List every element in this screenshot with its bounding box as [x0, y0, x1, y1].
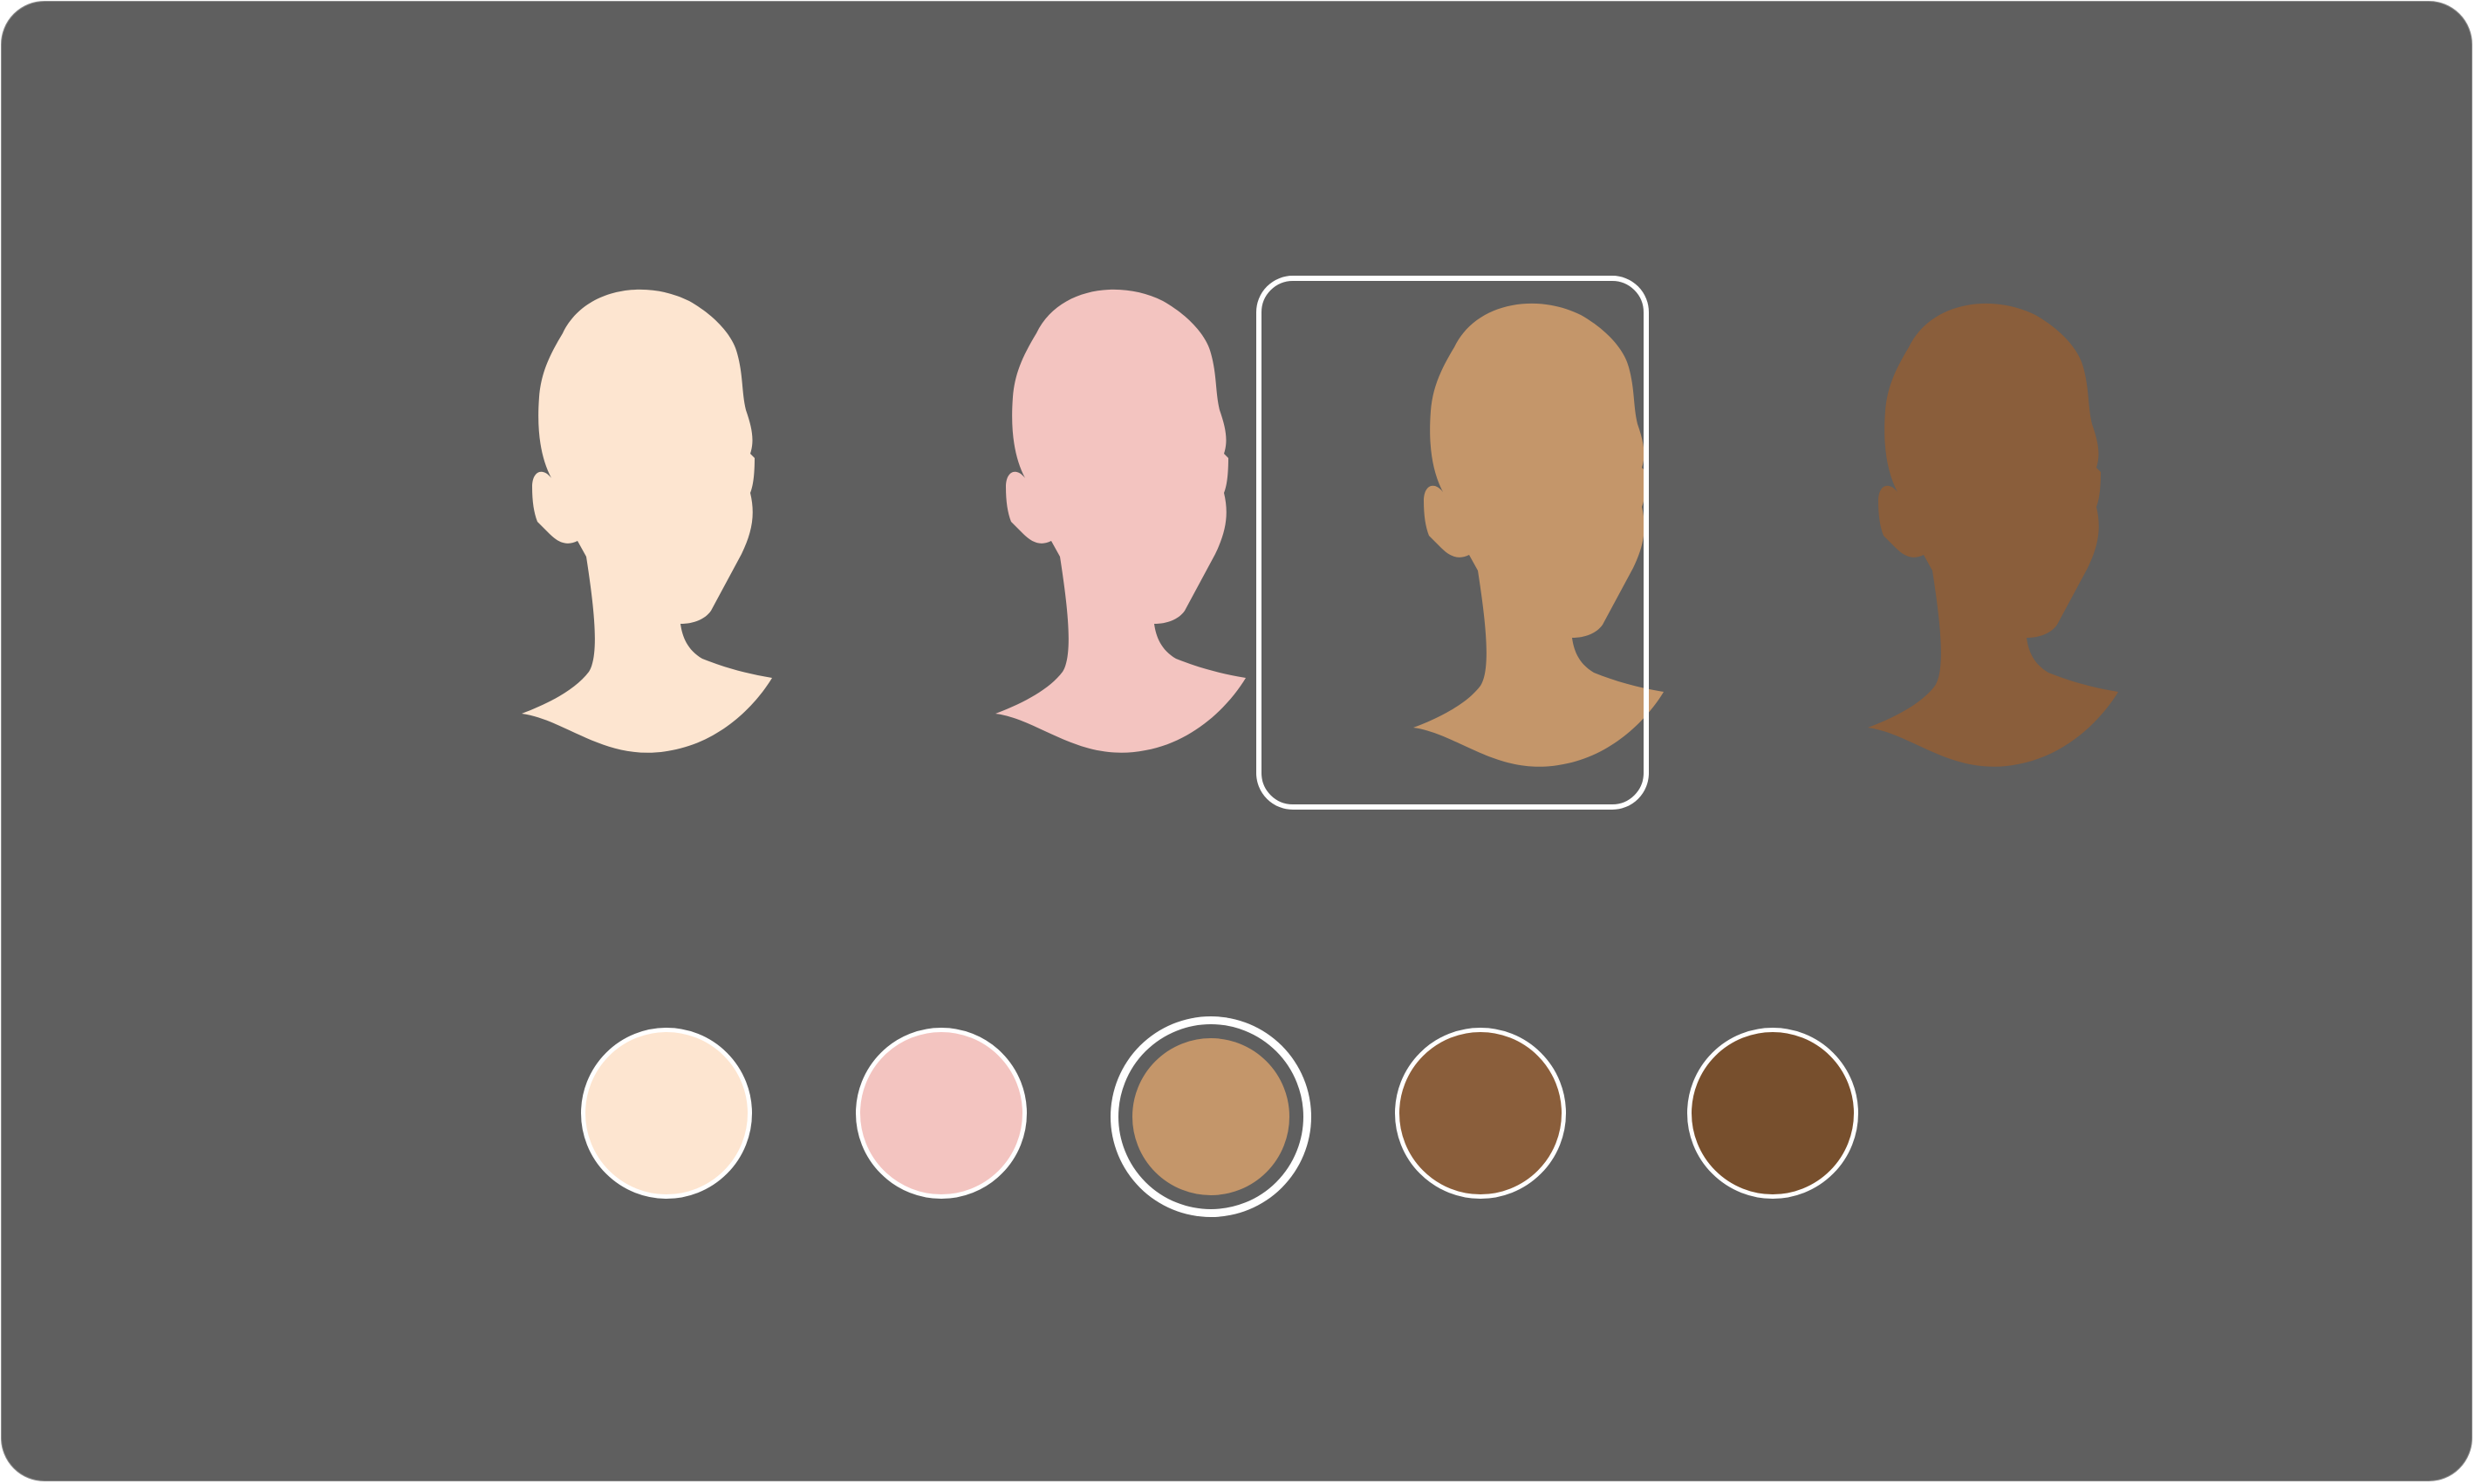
swatch-dark-brown[interactable]	[1687, 1028, 1858, 1199]
avatar-light[interactable]	[445, 288, 864, 785]
avatar-brown[interactable]	[1791, 302, 2210, 799]
head-silhouette-icon	[522, 289, 772, 753]
swatch-light[interactable]	[581, 1028, 752, 1199]
swatch-brown[interactable]	[1395, 1028, 1566, 1199]
swatch-tan[interactable]	[1118, 1024, 1303, 1209]
swatch-pink[interactable]	[856, 1028, 1027, 1199]
head-silhouette-icon	[1868, 303, 2118, 767]
avatar-tan[interactable]	[1256, 276, 1684, 810]
head-silhouette-shape	[1868, 303, 2118, 767]
head-silhouette-shape	[995, 289, 1246, 753]
head-silhouette-shape	[1413, 303, 1664, 767]
head-silhouette-shape	[522, 289, 772, 753]
head-silhouette-icon	[1413, 303, 1664, 767]
